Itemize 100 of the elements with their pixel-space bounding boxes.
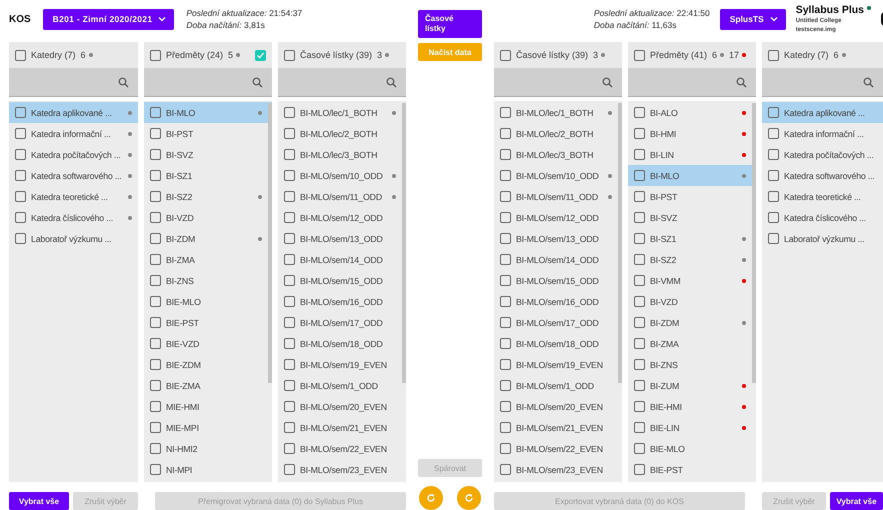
checkbox[interactable] [284, 464, 295, 475]
list-item[interactable]: BIE-ZDM [144, 354, 272, 375]
checkbox[interactable] [255, 50, 266, 60]
checkbox[interactable] [284, 128, 295, 139]
checkbox[interactable] [284, 50, 295, 60]
checkbox[interactable] [500, 149, 511, 160]
list-item[interactable]: BI-MLO/lec/3_BOTH [494, 144, 622, 165]
list-item[interactable]: BI-MLO/sem/11_ODD [278, 186, 406, 207]
checkbox[interactable] [284, 380, 295, 391]
select-all-button[interactable]: Vybrat vše [9, 492, 69, 510]
checkbox[interactable] [284, 275, 295, 286]
list-item[interactable]: BI-MLO/sem/15_ODD [494, 270, 622, 291]
list-item[interactable]: BIE-HMI [628, 396, 756, 417]
checkbox[interactable] [284, 170, 295, 181]
scrollbar[interactable] [268, 103, 272, 383]
list-item[interactable]: BI-MLO/lec/2_BOTH [278, 123, 406, 144]
checkbox[interactable] [768, 233, 779, 244]
list-item[interactable]: BI-ALO [628, 102, 756, 123]
search-field[interactable] [628, 68, 756, 97]
checkbox[interactable] [500, 401, 511, 412]
list-item[interactable]: Katedra počítačových ... [9, 144, 138, 165]
scrollbar[interactable] [752, 103, 756, 383]
list-item[interactable]: BI-MLO/sem/12_ODD [278, 207, 406, 228]
list-item[interactable]: BI-MLO/sem/21_EVEN [494, 417, 622, 438]
list-item[interactable]: BI-SZ2 [628, 249, 756, 270]
list-item[interactable]: Laboratoř výzkumu ... [9, 228, 138, 249]
checkbox[interactable] [634, 275, 645, 286]
scrollbar[interactable] [402, 103, 406, 383]
checkbox[interactable] [284, 359, 295, 370]
checkbox[interactable] [500, 380, 511, 391]
checkbox[interactable] [634, 254, 645, 265]
list-item[interactable]: Katedra teoretické ... [762, 186, 883, 207]
list-item[interactable]: BI-MLO/sem/22_EVEN [494, 438, 622, 459]
list-item[interactable]: Katedra softwarového ... [9, 165, 138, 186]
list-item[interactable]: BI-ZUM [628, 375, 756, 396]
checkbox[interactable] [150, 233, 161, 244]
list-item[interactable]: BIE-VZD [144, 333, 272, 354]
list-item[interactable]: BIE-PST [144, 312, 272, 333]
checkbox[interactable] [634, 380, 645, 391]
list-item[interactable]: BI-MLO/sem/15_ODD [278, 270, 406, 291]
list-item[interactable]: BIE-MLO [144, 291, 272, 312]
search-field[interactable] [494, 68, 622, 97]
checkbox[interactable] [634, 338, 645, 349]
list-item[interactable]: Katedra informační ... [9, 123, 138, 144]
checkbox[interactable] [15, 191, 26, 202]
checkbox[interactable] [634, 50, 645, 60]
list-item[interactable]: BIE-ZMA [144, 375, 272, 396]
list-item[interactable]: BI-MLO/sem/22_EVEN [278, 438, 406, 459]
list-item[interactable]: BI-SVZ [144, 144, 272, 165]
checkbox[interactable] [500, 128, 511, 139]
list-item[interactable]: BI-MLO/sem/23_EVEN [494, 459, 622, 480]
checkbox[interactable] [150, 464, 161, 475]
list-item[interactable]: BI-MLO/sem/1_ODD [278, 375, 406, 396]
checkbox[interactable] [284, 401, 295, 412]
checkbox[interactable] [150, 107, 161, 118]
checkbox[interactable] [634, 170, 645, 181]
checkbox[interactable] [634, 296, 645, 307]
list-item[interactable]: BIE-PST [628, 459, 756, 480]
checkbox[interactable] [15, 50, 26, 60]
list-item[interactable]: Laboratoř výzkumu ... [762, 228, 883, 249]
checkbox[interactable] [150, 422, 161, 433]
checkbox[interactable] [634, 149, 645, 160]
search-field[interactable] [762, 68, 883, 97]
checkbox[interactable] [768, 50, 779, 60]
checkbox[interactable] [150, 149, 161, 160]
checkbox[interactable] [15, 128, 26, 139]
list-item[interactable]: BI-SZ2 [144, 186, 272, 207]
list-item[interactable]: BI-MLO/sem/20_EVEN [494, 396, 622, 417]
list-item[interactable]: BI-SZ1 [628, 228, 756, 249]
checkbox[interactable] [150, 401, 161, 412]
list-item[interactable]: Katedra aplikované ... [762, 102, 883, 123]
search-field[interactable] [278, 68, 406, 97]
checkbox[interactable] [500, 296, 511, 307]
checkbox[interactable] [500, 50, 511, 60]
list-item[interactable]: BI-MLO/sem/13_ODD [278, 228, 406, 249]
list-item[interactable]: Katedra číslicového ... [9, 207, 138, 228]
checkbox[interactable] [634, 191, 645, 202]
list-item[interactable]: BIE-MLO [628, 438, 756, 459]
search-field[interactable] [9, 68, 138, 97]
checkbox[interactable] [500, 317, 511, 328]
list-item[interactable]: BI-HMI [628, 123, 756, 144]
checkbox[interactable] [500, 464, 511, 475]
list-item[interactable]: BI-PST [144, 123, 272, 144]
list-item[interactable]: BI-MLO/lec/1_BOTH [278, 102, 406, 123]
semester-dropdown[interactable]: B201 - Zimní 2020/2021 [42, 8, 174, 30]
list-item[interactable]: BI-MLO/sem/23_EVEN [278, 459, 406, 480]
list-item[interactable]: BI-ZDM [144, 228, 272, 249]
checkbox[interactable] [634, 233, 645, 244]
checkbox[interactable] [150, 212, 161, 223]
list-item[interactable]: BI-MLO/sem/19_EVEN [278, 354, 406, 375]
list-item[interactable]: BI-MLO/sem/16_ODD [494, 291, 622, 312]
checkbox[interactable] [634, 212, 645, 223]
list-item[interactable]: Katedra teoretické ... [9, 186, 138, 207]
list-item[interactable]: BI-MLO/sem/18_ODD [278, 333, 406, 354]
list-item[interactable]: BI-MLO/sem/10_ODD [278, 165, 406, 186]
checkbox[interactable] [284, 191, 295, 202]
list-item[interactable]: BI-MLO/lec/3_BOTH [278, 144, 406, 165]
list-item[interactable]: BI-MLO/sem/17_ODD [278, 312, 406, 333]
list-item[interactable]: BI-ZNS [144, 270, 272, 291]
checkbox[interactable] [15, 149, 26, 160]
